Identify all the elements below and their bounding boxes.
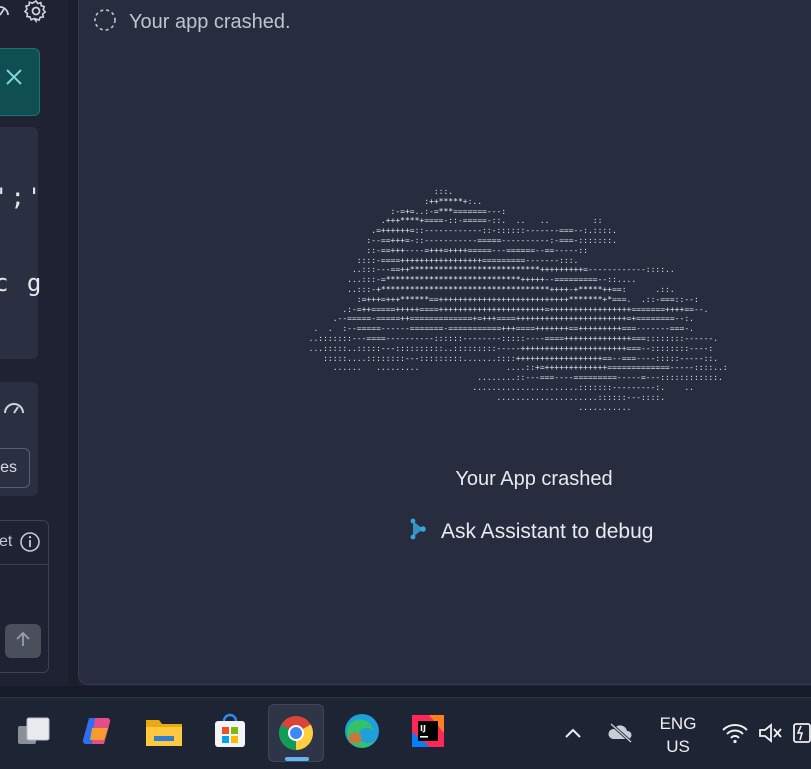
left-top-icons	[0, 0, 48, 26]
speedometer-icon[interactable]	[3, 398, 25, 423]
app-preview-panel: Your app crashed. :::. :++*****+:.. :-=+…	[78, 0, 811, 685]
notification-card	[0, 48, 40, 116]
arrow-up-icon	[14, 630, 32, 653]
send-button[interactable]	[5, 624, 41, 658]
volume-muted-icon[interactable]	[758, 722, 784, 749]
microsoft-store-icon[interactable]	[209, 710, 251, 752]
window-bottom-edge	[0, 686, 811, 697]
pill-label: es	[0, 459, 17, 476]
language-indicator[interactable]: ENG US	[656, 712, 700, 758]
chrome-icon[interactable]	[268, 704, 324, 762]
code-line: ';'	[0, 183, 44, 211]
language-code: ENG	[659, 714, 697, 733]
speedometer-icon[interactable]	[0, 1, 10, 26]
copilot-icon[interactable]	[77, 710, 119, 752]
task-view-icon[interactable]	[12, 710, 54, 752]
active-app-indicator	[285, 757, 309, 761]
crash-title: Your App crashed	[455, 468, 613, 490]
loading-spinner-icon	[93, 8, 117, 37]
intellij-icon[interactable]: IJ	[407, 710, 449, 752]
status-header: Your app crashed.	[93, 8, 291, 37]
info-icon[interactable]	[19, 531, 41, 558]
taskbar: IJ ENG US	[0, 697, 811, 769]
onedrive-offline-icon[interactable]	[607, 722, 635, 749]
input-label: et	[0, 533, 13, 550]
file-explorer-icon[interactable]	[143, 710, 185, 752]
close-icon[interactable]	[5, 68, 23, 91]
gear-icon[interactable]	[23, 0, 48, 28]
crash-ascii-art: :::. :++*****+:.. :-=+=..:-=***=======--…	[308, 187, 728, 412]
left-panel: ';' c g es et	[0, 0, 68, 686]
status-text: Your app crashed.	[129, 11, 291, 33]
divider	[0, 564, 48, 565]
option-pill[interactable]: es	[0, 448, 30, 488]
code-preview-card: ';' c g	[0, 127, 41, 359]
panel-gap	[68, 0, 78, 686]
ask-assistant-button[interactable]: Ask Assistant to debug	[409, 518, 653, 546]
wifi-icon[interactable]	[721, 722, 749, 749]
edge-icon[interactable]	[341, 710, 383, 752]
battery-icon[interactable]	[792, 720, 811, 749]
chevron-up-icon[interactable]	[563, 726, 583, 745]
chat-input-card: et	[0, 520, 49, 673]
assistant-icon	[409, 518, 427, 546]
svg-text:IJ: IJ	[420, 724, 426, 733]
code-line: c g	[0, 269, 44, 297]
ask-assistant-label: Ask Assistant to debug	[441, 520, 654, 543]
region-code: US	[666, 737, 690, 756]
